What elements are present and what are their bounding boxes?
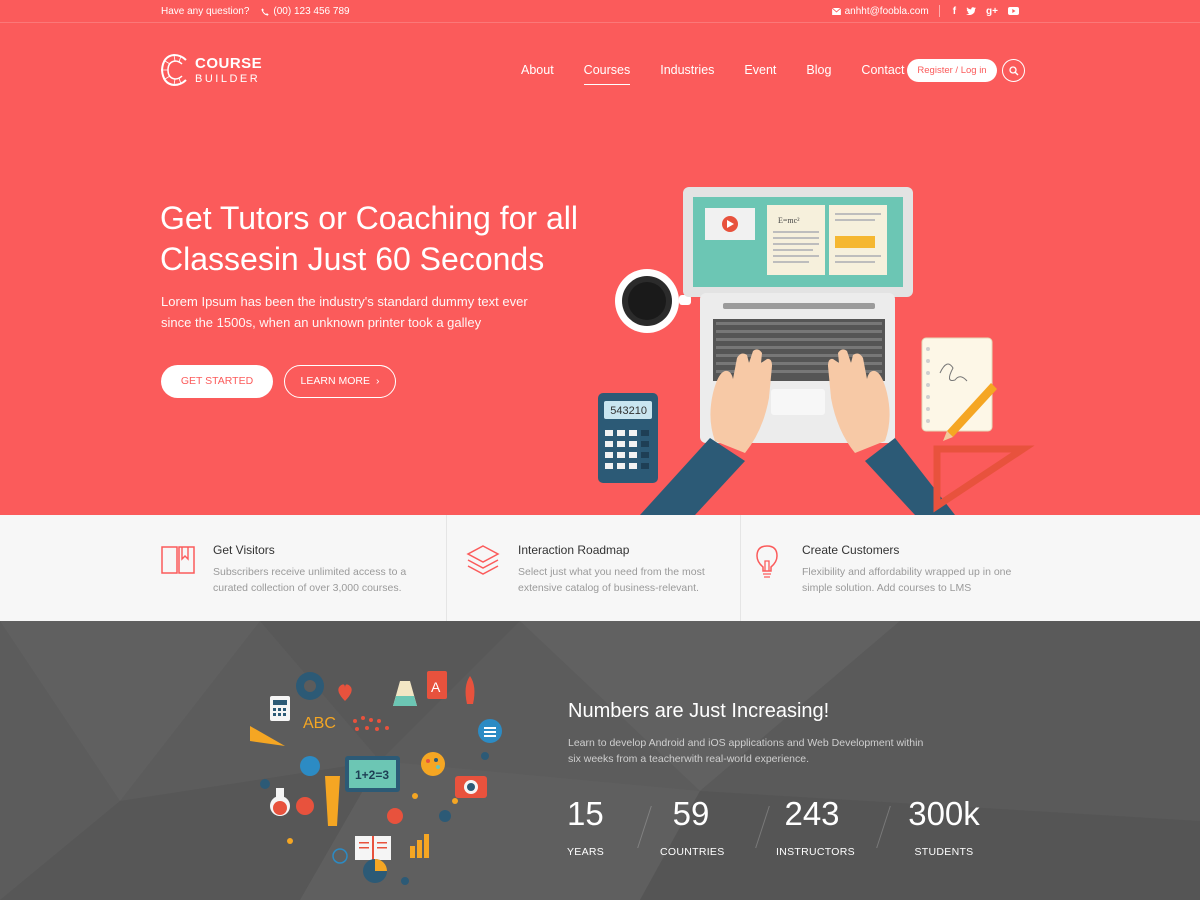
ruler-icon [933, 445, 1035, 513]
hero-section: COURSE BUILDER About Courses Industries … [0, 23, 1200, 515]
nav-event[interactable]: Event [734, 61, 786, 79]
nav-about[interactable]: About [511, 61, 564, 79]
mail-icon [831, 7, 841, 15]
nav-blog[interactable]: Blog [796, 61, 841, 79]
nav-industries[interactable]: Industries [650, 61, 724, 79]
stats-title: Numbers are Just Increasing! [568, 700, 830, 722]
svg-text:A: A [431, 679, 441, 695]
laptop-screen: E=mc² [683, 187, 913, 297]
svg-text:543210: 543210 [610, 405, 647, 417]
hero-title-line1: Get Tutors or Coaching for all [160, 200, 578, 236]
phone-number[interactable]: (00) 123 456 789 [273, 6, 349, 17]
stat-number: 15 [567, 795, 604, 832]
logo-text-course: COURSE [195, 55, 263, 72]
learn-more-label: LEARN MORE [300, 375, 370, 387]
logo-icon [160, 53, 187, 87]
nav-contact[interactable]: Contact [851, 61, 914, 79]
features-section: Get Visitors Subscribers receive unlimit… [0, 515, 1200, 621]
stats-section: ABC A 1+2=3 Numbers are Just Increasing!… [0, 621, 1200, 900]
stat-label: STUDENTS [914, 846, 974, 858]
stat-number: 300k [908, 795, 980, 832]
feature-desc: Flexibility and affordability wrapped up… [802, 566, 1012, 594]
logo-text-builder: BUILDER [195, 73, 261, 85]
feature-desc: Select just what you need from the most … [518, 566, 705, 594]
svg-text:E=mc²: E=mc² [778, 216, 800, 225]
stats-description: Learn to develop Android and iOS applica… [568, 737, 924, 765]
stat-instructors: 243 INSTRUCTORS [776, 794, 855, 858]
facebook-icon[interactable]: f [953, 6, 956, 17]
phone-icon [261, 7, 270, 16]
chevron-right-icon: › [375, 375, 380, 387]
feature-divider [446, 515, 447, 621]
nav-courses[interactable]: Courses [574, 61, 641, 85]
stat-label: INSTRUCTORS [776, 846, 855, 858]
question-text: Have any question? [161, 6, 250, 17]
search-button[interactable] [1002, 59, 1025, 82]
stat-years: 15 YEARS [567, 794, 605, 858]
register-login-button[interactable]: Register / Log in [907, 59, 997, 82]
hero-subtitle: Lorem Ipsum has been the industry's stan… [161, 294, 528, 330]
top-bar-right: anhht@foobla.com f g+ [831, 5, 1024, 17]
calculator-icon: 543210 [598, 393, 658, 483]
lightbulb-icon [756, 545, 778, 578]
stat-number: 243 [784, 795, 840, 832]
search-icon [1008, 65, 1018, 75]
feature-title: Interaction Roadmap [518, 543, 630, 557]
notepad-icon [921, 337, 997, 441]
logo[interactable]: COURSE BUILDER [160, 53, 270, 89]
education-heart-illustration: ABC A 1+2=3 [250, 671, 502, 885]
twitter-icon[interactable] [966, 7, 977, 15]
book-icon [161, 546, 195, 574]
hero-title: Get Tutors or Coaching for all Classesin… [160, 198, 620, 280]
feature-divider [740, 515, 741, 621]
stat-label: COUNTRIES [660, 846, 725, 858]
stat-countries: 59 COUNTRIES [660, 794, 725, 858]
laptop-illustration: 543210 E=mc² [598, 187, 1035, 515]
stat-label: YEARS [567, 846, 605, 858]
svg-text:ABC: ABC [303, 715, 336, 732]
feature-desc: Subscribers receive unlimited access to … [213, 566, 407, 594]
stat-number: 59 [672, 795, 710, 832]
email-link[interactable]: anhht@foobla.com [845, 6, 929, 17]
google-plus-icon[interactable]: g+ [986, 6, 998, 17]
top-bar: Have any question? (00) 123 456 789 anhh… [0, 0, 1200, 23]
youtube-icon[interactable] [1008, 7, 1019, 15]
top-bar-contact: Have any question? (00) 123 456 789 [161, 6, 350, 17]
main-nav: About Courses Industries Event Blog Cont… [506, 61, 920, 85]
topbar-divider [938, 5, 940, 17]
stat-students: 300k STUDENTS [906, 794, 982, 858]
svg-text:1+2=3: 1+2=3 [355, 768, 389, 782]
hero-title-line2: Classesin Just 60 Seconds [160, 241, 545, 277]
learn-more-button[interactable]: LEARN MORE › [284, 365, 396, 398]
feature-title: Get Visitors [213, 543, 275, 557]
feature-title: Create Customers [802, 543, 900, 557]
layers-icon [466, 545, 500, 575]
coffee-cup-icon [615, 269, 691, 333]
get-started-button[interactable]: GET STARTED [161, 365, 273, 398]
